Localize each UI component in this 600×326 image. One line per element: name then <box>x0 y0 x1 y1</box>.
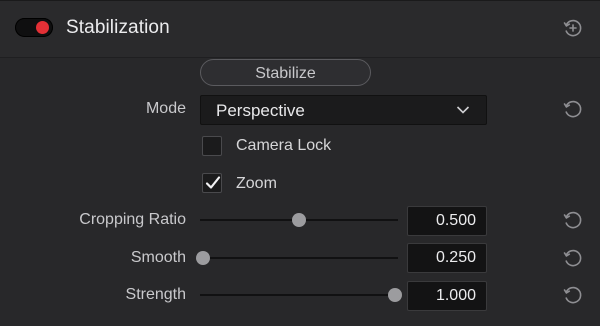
mode-dropdown[interactable]: Perspective <box>200 95 487 125</box>
camera-lock-checkbox[interactable] <box>202 136 222 156</box>
smooth-reset-icon[interactable] <box>562 247 584 269</box>
header-divider <box>0 57 600 58</box>
add-keyframe-icon[interactable] <box>562 17 584 39</box>
slider-thumb[interactable] <box>196 251 210 265</box>
mode-reset-icon[interactable] <box>562 98 584 120</box>
stabilize-button[interactable]: Stabilize <box>200 59 371 86</box>
cropping-ratio-slider[interactable] <box>200 213 398 227</box>
zoom-label: Zoom <box>236 175 277 192</box>
zoom-checkbox[interactable] <box>202 173 222 193</box>
camera-lock-label: Camera Lock <box>236 137 332 154</box>
toggle-knob <box>36 21 49 34</box>
stabilization-panel: Stabilization Stabilize Mode Perspective… <box>0 0 600 326</box>
strength-label: Strength <box>125 286 186 303</box>
cropping-ratio-input[interactable]: 0.500 <box>407 206 487 236</box>
smooth-slider[interactable] <box>196 251 398 265</box>
panel-title: Stabilization <box>66 17 170 38</box>
strength-input[interactable]: 1.000 <box>407 281 487 311</box>
panel-header: Stabilization <box>0 1 600 57</box>
slider-track <box>200 294 398 296</box>
enable-toggle[interactable] <box>15 18 53 37</box>
mode-dropdown-value: Perspective <box>216 101 305 120</box>
checkmark-icon <box>205 176 221 189</box>
slider-thumb[interactable] <box>388 288 402 302</box>
cropping-ratio-reset-icon[interactable] <box>562 209 584 231</box>
slider-thumb[interactable] <box>292 213 306 227</box>
chevron-down-icon <box>456 106 470 114</box>
strength-slider[interactable] <box>200 288 402 302</box>
slider-track <box>200 257 398 259</box>
strength-reset-icon[interactable] <box>562 284 584 306</box>
mode-label: Mode <box>145 100 186 117</box>
cropping-ratio-label: Cropping Ratio <box>79 211 186 228</box>
smooth-input[interactable]: 0.250 <box>407 243 487 273</box>
smooth-label: Smooth <box>130 249 186 266</box>
